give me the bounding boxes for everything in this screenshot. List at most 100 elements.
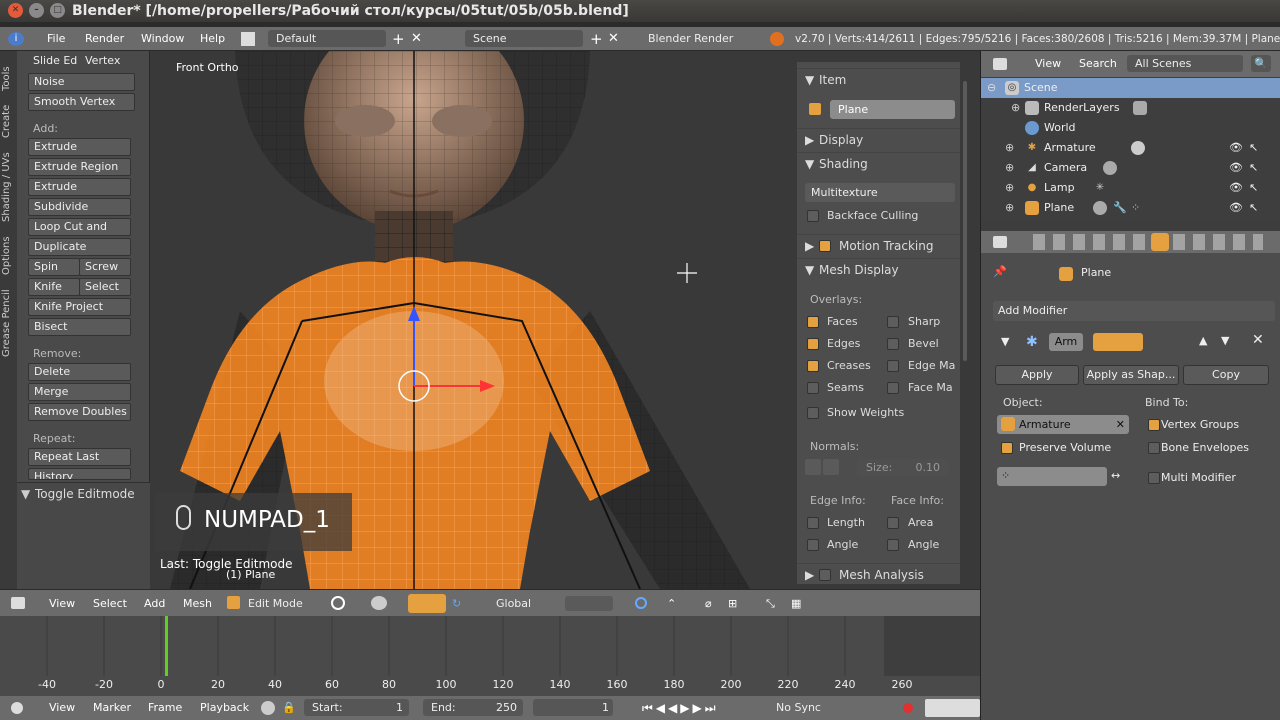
edges-checkbox[interactable]	[807, 338, 819, 350]
vertex-normals-toggle[interactable]	[805, 459, 821, 475]
lock-icon[interactable]: 🔒	[282, 696, 296, 720]
outliner-row-plane[interactable]: ⊕ Plane 🔧 ⁘ 👁 ↖	[981, 198, 1280, 218]
pivot-point-icon[interactable]	[371, 596, 387, 610]
keying-set-icon[interactable]	[925, 699, 980, 717]
object-name-field[interactable]: Plane	[830, 100, 955, 119]
outliner-menu-search[interactable]: Search	[1079, 52, 1117, 76]
expand-armature-icon[interactable]: ⊕	[1005, 138, 1014, 158]
start-frame-field[interactable]: Start: 1	[304, 699, 409, 716]
vp-menu-view[interactable]: View	[49, 592, 75, 616]
camera-select-icon[interactable]: ↖	[1249, 158, 1258, 178]
creases-checkbox[interactable]	[807, 360, 819, 372]
armature-select-icon[interactable]: ↖	[1249, 138, 1258, 158]
outliner-search-icon[interactable]: 🔍	[1251, 55, 1271, 72]
lamp-visibility-icon[interactable]: 👁	[1229, 178, 1243, 198]
normal-size-field[interactable]: Size: 0.10	[857, 459, 949, 476]
playback-controls-icon[interactable]: ⏮◀◀▶▶⏭	[642, 696, 719, 720]
tl-menu-view[interactable]: View	[49, 696, 75, 720]
outliner-menu-view[interactable]: View	[1035, 52, 1061, 76]
smooth-vertex-button[interactable]: Smooth Vertex	[28, 93, 135, 111]
sharp-checkbox[interactable]	[887, 316, 899, 328]
edge-marks-checkbox[interactable]	[887, 360, 899, 372]
menu-file[interactable]: File	[47, 27, 65, 51]
menu-help[interactable]: Help	[200, 27, 225, 51]
copy-button[interactable]: Copy	[1183, 365, 1269, 385]
outliner-row-scene[interactable]: ⊖ ◎ Scene	[981, 78, 1280, 98]
snap-target-icon[interactable]: ⊞	[728, 592, 737, 616]
edge-angle-checkbox[interactable]	[807, 539, 819, 551]
tab-options[interactable]: Options	[1, 233, 16, 278]
backface-culling-checkbox[interactable]	[807, 210, 819, 222]
plane-select-icon[interactable]: ↖	[1249, 198, 1258, 218]
tab-shading-uvs[interactable]: Shading / UVs	[1, 147, 16, 227]
face-marks-checkbox[interactable]	[887, 382, 899, 394]
3d-cursor-icon[interactable]	[677, 263, 697, 283]
add-modifier-select[interactable]: Add Modifier	[993, 301, 1275, 321]
mode-select[interactable]: Edit Mode	[240, 595, 320, 612]
sync-select[interactable]: No Sync	[768, 699, 878, 716]
orientation-select[interactable]: Global	[488, 595, 556, 612]
tl-menu-playback[interactable]: Playback	[200, 696, 249, 720]
bevel-checkbox[interactable]	[887, 338, 899, 350]
slide-vertex-button[interactable]: Vertex	[80, 53, 135, 71]
expand-plane-icon[interactable]: ⊕	[1005, 198, 1014, 218]
edge-length-checkbox[interactable]	[807, 517, 819, 529]
snap-icon[interactable]: ⌀	[705, 592, 712, 616]
outliner-editor-icon[interactable]	[993, 58, 1007, 70]
tl-menu-marker[interactable]: Marker	[93, 696, 131, 720]
vertex-group-field[interactable]: ⁘	[997, 467, 1107, 486]
remove-doubles-button[interactable]: Remove Doubles	[28, 403, 131, 421]
shading-mode-select[interactable]: Multitexture	[805, 183, 955, 202]
outliner-row-armature[interactable]: ⊕ ✱ Armature 👁 ↖	[981, 138, 1280, 158]
menu-render[interactable]: Render	[85, 27, 124, 51]
duplicate-button[interactable]: Duplicate	[28, 238, 131, 256]
end-frame-field[interactable]: End: 250	[423, 699, 523, 716]
maximize-window-icon[interactable]: □	[50, 3, 65, 18]
seams-checkbox[interactable]	[807, 382, 819, 394]
move-down-icon[interactable]: ▼	[1221, 334, 1229, 347]
remove-scene-icon[interactable]: ✕	[608, 27, 619, 51]
panel-motion-tracking-header[interactable]: ▶ Motion Tracking	[797, 234, 960, 256]
face-area-checkbox[interactable]	[887, 517, 899, 529]
viewport-shading-icon[interactable]	[331, 596, 345, 610]
close-window-icon[interactable]: ✕	[8, 3, 23, 18]
lamp-select-icon[interactable]: ↖	[1249, 178, 1258, 198]
extrude-region-button[interactable]: Extrude Region	[28, 158, 131, 176]
timeline[interactable]: -40 -20 0 20 40 60 80 100 120 140 160 180 200 220 240 2…	[0, 616, 980, 696]
current-frame-marker[interactable]	[165, 616, 168, 676]
screw-button[interactable]: Screw	[79, 258, 131, 276]
outliner-row-lamp[interactable]: ⊕ ● Lamp ✳ 👁 ↖	[981, 178, 1280, 198]
outliner-row-renderlayers[interactable]: ⊕ RenderLayers	[981, 98, 1280, 118]
clear-armature-icon[interactable]: ✕	[1116, 415, 1125, 434]
manipulator-toggle-icon[interactable]	[408, 594, 446, 613]
vp-menu-mesh[interactable]: Mesh	[183, 592, 212, 616]
invert-group-icon[interactable]: ↔	[1111, 469, 1120, 482]
add-layout-icon[interactable]: +	[392, 27, 405, 51]
preserve-volume-checkbox[interactable]	[1001, 442, 1013, 454]
face-angle-checkbox[interactable]	[887, 539, 899, 551]
extrude-button[interactable]: Extrude	[28, 138, 131, 156]
modifier-display-toggles[interactable]	[1093, 333, 1143, 351]
extrude-individual-button[interactable]: Extrude Individual	[28, 178, 131, 209]
subdivide-button[interactable]: Subdivide	[28, 198, 131, 216]
add-scene-icon[interactable]: +	[590, 27, 603, 51]
current-frame-field[interactable]: 1	[533, 699, 613, 716]
tab-create[interactable]: Create	[1, 101, 16, 141]
apply-button[interactable]: Apply	[995, 365, 1079, 385]
preview-range-icon[interactable]	[261, 701, 275, 715]
layers-icon[interactable]: ▦	[791, 592, 801, 616]
minimize-window-icon[interactable]: –	[29, 3, 44, 18]
spin-button[interactable]: Spin	[28, 258, 80, 276]
modifiers-tab-icon[interactable]	[1151, 233, 1169, 251]
knife-project-button[interactable]: Knife Project	[28, 298, 131, 316]
screen-layout-icon[interactable]	[241, 32, 255, 46]
show-weights-checkbox[interactable]	[807, 407, 819, 419]
outliner-row-camera[interactable]: ⊕ ◢ Camera 👁 ↖	[981, 158, 1280, 178]
delete-button[interactable]: Delete	[28, 363, 131, 381]
info-editor-icon[interactable]: i	[8, 32, 24, 46]
rotate-manipulator-icon[interactable]: ↻	[452, 592, 461, 616]
tab-tools[interactable]: Tools	[1, 61, 16, 96]
outliner-row-world[interactable]: World	[981, 118, 1280, 138]
remove-layout-icon[interactable]: ✕	[411, 27, 422, 51]
select-mode-buttons[interactable]	[565, 596, 613, 611]
